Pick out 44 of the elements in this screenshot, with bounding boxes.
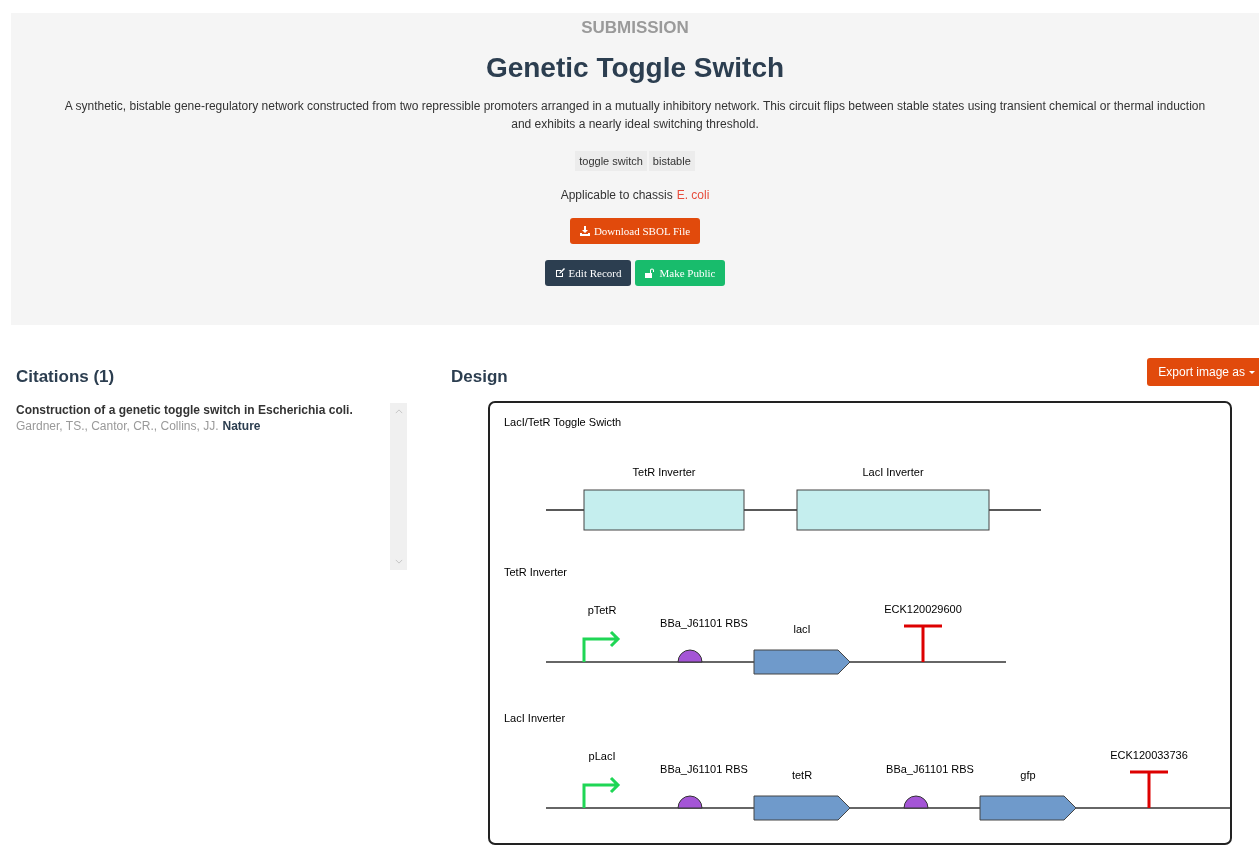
page-title: Genetic Toggle Switch: [485, 52, 785, 84]
part-label: BBa_J61101 RBS: [660, 617, 748, 629]
promoter-arrow[interactable]: [582, 776, 621, 810]
unlock-icon: [645, 268, 656, 278]
tag[interactable]: toggle switch: [575, 151, 647, 171]
module-label: LacI Inverter: [862, 466, 924, 478]
rbs-semicircle[interactable]: [677, 649, 703, 663]
part-label: pLacI: [588, 750, 616, 762]
download-icon: [579, 226, 590, 236]
page-label: SUBMISSION: [581, 18, 689, 38]
part-label: ECK120029600: [884, 603, 962, 615]
section-title: TetR Inverter: [504, 566, 567, 578]
cds-arrow[interactable]: [753, 649, 851, 675]
download-button[interactable]: Download SBOL File: [569, 218, 701, 244]
part-label: lacI: [793, 623, 811, 635]
promoter-arrow[interactable]: [582, 630, 621, 664]
part-label: gfp: [1020, 769, 1036, 781]
description: A synthetic, bistable gene-regulatory network constructed from two repressible promoters arranged in a mutually inhibitory network. This circuit flips between stable states using transient chemical or thermal induction and exhibits a nearly ideal switching threshold.: [63, 98, 1207, 133]
module-label: TetR Inverter: [632, 466, 696, 478]
caret-icon: [1249, 370, 1255, 374]
design-heading: Design: [451, 367, 508, 387]
part-label: BBa_J61101 RBS: [660, 763, 748, 775]
chassis-link[interactable]: E. coli: [676, 188, 710, 202]
cds-arrow[interactable]: [753, 795, 851, 821]
cds-arrow[interactable]: [979, 795, 1077, 821]
citation-authors: Gardner, TS., Cantor, CR., Collins, JJ.: [16, 419, 219, 433]
export-button[interactable]: Export image as: [1147, 358, 1259, 386]
part-label: pTetR: [587, 604, 617, 616]
tag[interactable]: bistable: [648, 151, 695, 171]
terminator-symbol[interactable]: [902, 624, 944, 664]
part-label: BBa_J61101 RBS: [886, 763, 974, 775]
citation-journal: Nature: [222, 419, 261, 433]
edit-button[interactable]: Edit Record: [544, 260, 632, 286]
chassis-label: Applicable to chassis: [560, 188, 673, 202]
rbs-semicircle[interactable]: [903, 795, 929, 809]
citations-heading: Citations (1): [16, 367, 116, 387]
rbs-semicircle[interactable]: [677, 795, 703, 809]
edit-icon: [554, 268, 565, 278]
part-label: tetR: [791, 769, 813, 781]
part-label: ECK120033736: [1110, 749, 1188, 761]
section-title: LacI Inverter: [504, 712, 566, 724]
diagram-title: LacI/TetR Toggle Swicth: [504, 416, 622, 428]
terminator-symbol[interactable]: [1128, 770, 1170, 810]
citation-title[interactable]: Construction of a genetic toggle switch in Escherichia coli.: [16, 403, 390, 417]
